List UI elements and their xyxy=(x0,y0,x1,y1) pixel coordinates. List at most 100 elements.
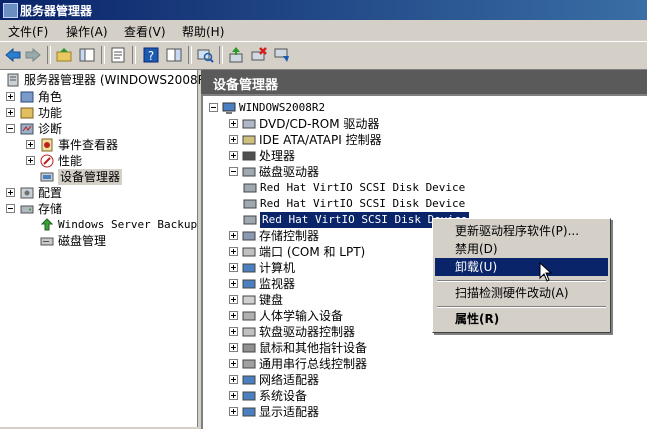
diagnostics-icon xyxy=(20,122,34,136)
menu-item-uninstall[interactable]: 卸载(U) xyxy=(435,258,608,276)
tree-label: 计算机 xyxy=(259,261,296,275)
expand-icon[interactable] xyxy=(229,343,238,352)
expand-icon[interactable] xyxy=(6,92,15,101)
server-icon xyxy=(6,73,20,87)
menu-item-properties[interactable]: 属性(R) xyxy=(435,310,608,328)
monitors-icon xyxy=(242,277,256,291)
tree-label: Red Hat VirtIO SCSI Disk Device xyxy=(260,197,466,210)
expand-icon[interactable] xyxy=(229,279,238,288)
disk-drives-icon xyxy=(242,165,256,179)
tree-label: 网络适配器 xyxy=(259,373,320,387)
tree-label: 诊断 xyxy=(38,122,63,136)
storage-icon xyxy=(20,202,34,216)
action-pane-icon[interactable] xyxy=(165,46,183,64)
toolbar-separator xyxy=(188,46,192,64)
storage-controllers-icon xyxy=(242,229,256,243)
collapse-icon[interactable] xyxy=(209,103,218,112)
computer-icon xyxy=(222,101,236,115)
collapse-icon[interactable] xyxy=(6,204,15,213)
expand-icon[interactable] xyxy=(26,140,35,149)
menu-help[interactable]: 帮助(H) xyxy=(182,23,224,40)
network-adapters-icon xyxy=(242,373,256,387)
context-menu: 更新驱动程序软件(P)... 禁用(D) 卸载(U) 扫描检测硬件改动(A) 属… xyxy=(432,218,611,333)
performance-icon xyxy=(40,154,54,168)
menu-view[interactable]: 查看(V) xyxy=(124,23,166,40)
menu-separator xyxy=(437,280,606,282)
menu-action[interactable]: 操作(A) xyxy=(66,23,108,40)
forward-arrow-icon[interactable] xyxy=(24,46,42,64)
tree-label: 监视器 xyxy=(259,277,296,291)
disable-device-icon[interactable] xyxy=(273,46,291,64)
menu-item-scan-hardware[interactable]: 扫描检测硬件改动(A) xyxy=(435,284,608,302)
up-folder-icon[interactable] xyxy=(55,46,73,64)
tree-label: 存储控制器 xyxy=(259,229,320,243)
menu-item-label: 属性(R) xyxy=(455,312,500,326)
tree-label: 配置 xyxy=(38,186,63,200)
expand-icon[interactable] xyxy=(229,407,238,416)
tree-label: IDE ATA/ATAPI 控制器 xyxy=(259,133,382,147)
expand-icon[interactable] xyxy=(26,156,35,165)
expand-icon[interactable] xyxy=(6,188,15,197)
hid-icon xyxy=(242,309,256,323)
tree-label: 端口 (COM 和 LPT) xyxy=(259,245,366,259)
tree-label: 存储 xyxy=(38,202,63,216)
expand-icon[interactable] xyxy=(229,135,238,144)
tree-label: 磁盘管理 xyxy=(58,234,107,248)
expand-icon[interactable] xyxy=(229,263,238,272)
disk-management-icon xyxy=(40,234,54,248)
properties-sheet-icon[interactable] xyxy=(109,46,127,64)
menu-item-label: 禁用(D) xyxy=(455,242,498,256)
show-hide-tree-icon[interactable] xyxy=(78,46,96,64)
tree-label: 系统设备 xyxy=(259,389,308,403)
processors-icon xyxy=(242,149,256,163)
toolbar: ? xyxy=(0,41,647,70)
expand-icon[interactable] xyxy=(229,295,238,304)
menu-file[interactable]: 文件(F) xyxy=(8,23,48,40)
toolbar-separator xyxy=(219,46,223,64)
tree-label: 服务器管理器 (WINDOWS2008R2) xyxy=(24,73,219,87)
expand-icon[interactable] xyxy=(229,119,238,128)
expand-icon[interactable] xyxy=(229,359,238,368)
menu-item-disable[interactable]: 禁用(D) xyxy=(435,240,608,258)
computer-icon xyxy=(242,261,256,275)
window-title: 服务器管理器 xyxy=(20,4,93,18)
collapse-icon[interactable] xyxy=(229,167,238,176)
tree-label: 性能 xyxy=(58,154,83,168)
collapse-icon[interactable] xyxy=(6,124,15,133)
keyboards-icon xyxy=(242,293,256,307)
tree-label: 人体学输入设备 xyxy=(259,309,344,323)
expand-icon[interactable] xyxy=(229,327,238,336)
disk-device-icon xyxy=(243,213,257,227)
server-manager-icon xyxy=(3,3,18,18)
back-arrow-icon[interactable] xyxy=(4,46,22,64)
menu-item-update-driver[interactable]: 更新驱动程序软件(P)... xyxy=(435,222,608,240)
event-viewer-icon xyxy=(40,138,54,152)
expand-icon[interactable] xyxy=(229,151,238,160)
update-driver-icon[interactable] xyxy=(227,46,245,64)
menu-item-label: 更新驱动程序软件(P)... xyxy=(455,224,580,238)
menu-separator xyxy=(437,306,606,308)
tree-label: DVD/CD-ROM 驱动器 xyxy=(259,117,380,131)
tree-label: Windows Server Backup xyxy=(58,218,198,231)
dvd-drives-icon xyxy=(242,117,256,131)
expand-icon[interactable] xyxy=(229,311,238,320)
disk-device-icon xyxy=(243,197,257,211)
expand-icon[interactable] xyxy=(229,247,238,256)
help-icon[interactable]: ? xyxy=(142,46,160,64)
backup-icon xyxy=(40,218,54,232)
expand-icon[interactable] xyxy=(229,375,238,384)
tree-label: 角色 xyxy=(38,90,63,104)
system-devices-icon xyxy=(242,389,256,403)
features-icon xyxy=(20,106,34,120)
scan-hardware-icon[interactable] xyxy=(196,46,214,64)
expand-icon[interactable] xyxy=(229,231,238,240)
tree-label: 事件查看器 xyxy=(58,138,119,152)
svg-text:?: ? xyxy=(148,49,154,63)
toolbar-separator xyxy=(101,46,105,64)
uninstall-device-icon[interactable] xyxy=(250,46,268,64)
menu-item-label: 扫描检测硬件改动(A) xyxy=(455,286,569,300)
expand-icon[interactable] xyxy=(229,391,238,400)
expand-icon[interactable] xyxy=(6,108,15,117)
tree-label: 显示适配器 xyxy=(259,405,320,419)
tree-label: 键盘 xyxy=(259,293,284,307)
